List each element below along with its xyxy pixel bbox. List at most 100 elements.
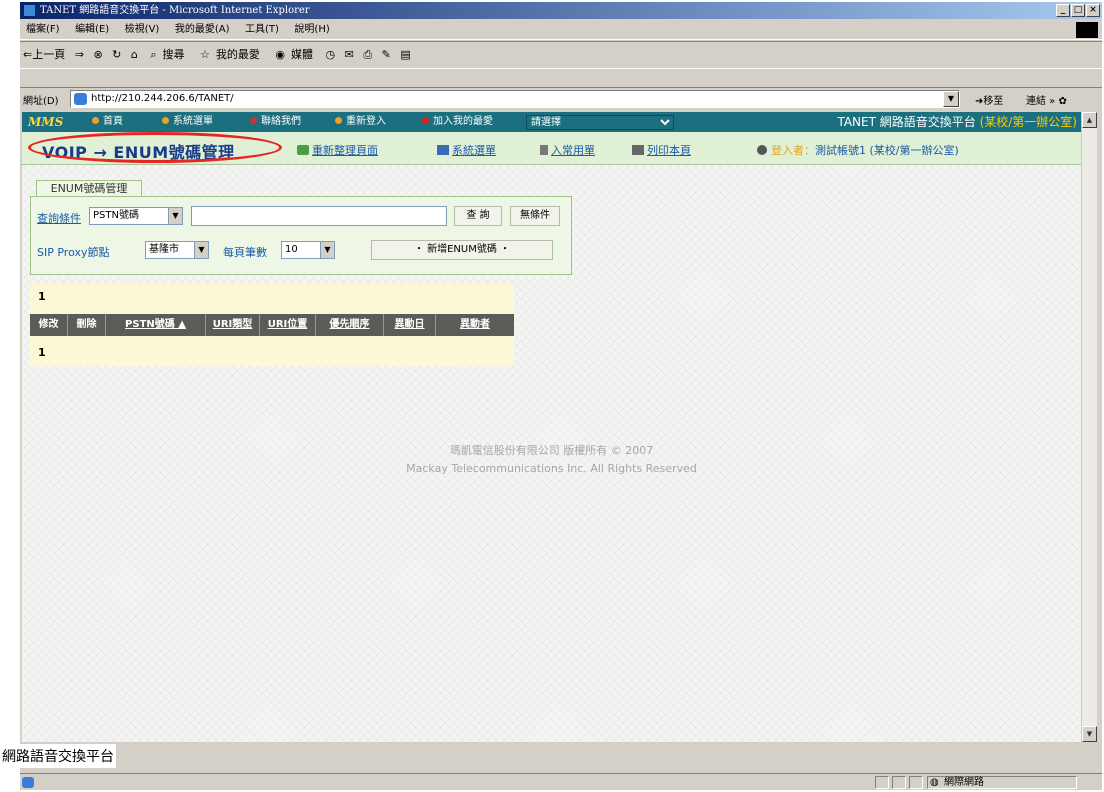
scroll-up-icon[interactable]: ▲ [1082, 112, 1097, 128]
search-input[interactable] [191, 206, 447, 226]
col-pstn-sort[interactable]: PSTN號碼 ▲ [106, 314, 206, 336]
table-header: 修改 刪除 PSTN號碼 ▲ URI類型 URI位置 優先順序 異動日 異動者 [30, 314, 514, 336]
address-input[interactable]: http://210.244.206.6/TANET/ ▼ [70, 90, 960, 108]
menu-tools[interactable]: 工具(T) [239, 20, 285, 40]
sip-proxy-label: SIP Proxy節點 [37, 246, 110, 259]
forward-icon[interactable]: ⇒ [72, 42, 87, 68]
menu-help[interactable]: 說明(H) [288, 20, 335, 40]
brand-org: (某校/第一辦公室) [979, 115, 1077, 129]
col-priority-sort[interactable]: 優先順序 [316, 314, 384, 336]
menu-icon [162, 117, 169, 124]
nav-contact-link[interactable]: 聯絡我們 [250, 112, 301, 132]
menu-file[interactable]: 檔案(F) [20, 20, 66, 40]
zone-indicator: ◍ 網際網路 [927, 776, 1077, 789]
address-url: http://210.244.206.6/TANET/ [91, 93, 234, 104]
menu-edit[interactable]: 編輯(E) [69, 20, 115, 40]
sip-proxy-select[interactable]: 基隆市 ▼ [145, 241, 209, 259]
menu-favorites[interactable]: 我的最愛(A) [169, 20, 236, 40]
menu-icon [437, 145, 449, 155]
tab-enum-management[interactable]: ENUM號碼管理 [36, 180, 142, 197]
favorites-button[interactable]: ☆ 我的最愛 [194, 42, 266, 68]
sysmenu-label: 系統選單 [452, 144, 496, 157]
nav-select[interactable]: 請選擇 [526, 115, 674, 130]
home-icon[interactable]: ⌂ [128, 42, 141, 68]
address-dropdown-icon[interactable]: ▼ [943, 91, 959, 107]
heart-icon [422, 117, 429, 124]
search-label: 搜尋 [162, 48, 185, 61]
page-number-bottom[interactable]: 1 [38, 346, 46, 359]
no-condition-button[interactable]: 無條件 [510, 206, 560, 226]
refresh-page-link[interactable]: 重新整理頁面 [297, 142, 378, 158]
go-label: 移至 [983, 96, 1004, 107]
media-icon: ◉ [275, 48, 286, 61]
links-button[interactable]: 連結 » ✿ [1026, 92, 1067, 107]
menu-bar: 檔案(F) 編輯(E) 檢視(V) 我的最愛(A) 工具(T) 說明(H) [20, 20, 1102, 40]
media-button[interactable]: ◉ 媒體 [269, 42, 319, 68]
sysmenu-link[interactable]: 系統選單 [437, 142, 496, 158]
zone-label: 網際網路 [944, 777, 984, 788]
per-page-select[interactable]: 10 ▼ [281, 241, 335, 259]
highlight-oval [28, 132, 282, 163]
col-uri-type-sort[interactable]: URI類型 [206, 314, 260, 336]
favlist-link[interactable]: 入常用單 [540, 142, 595, 158]
nav-sysmenu-link[interactable]: 系統選單 [162, 112, 213, 132]
refresh-icon[interactable]: ↻ [109, 42, 124, 68]
col-delete: 刪除 [68, 314, 106, 336]
page-number-top[interactable]: 1 [38, 290, 46, 303]
query-panel: 查詢條件 PSTN號碼 ▼ 查 詢 無條件 SIP Proxy節點 基隆市 ▼ 每頁… [30, 196, 572, 275]
print-page-label: 列印本頁 [647, 144, 691, 157]
favlist-label: 入常用單 [551, 144, 595, 157]
nav-addfav-link[interactable]: 加入我的最愛 [422, 112, 493, 132]
col-uri-location-sort[interactable]: URI位置 [260, 314, 316, 336]
per-page-value: 10 [285, 244, 298, 255]
col-modifier-sort[interactable]: 異動者 [436, 314, 514, 336]
query-condition-label: 查詢條件 [37, 212, 81, 225]
chevron-down-icon: ▼ [320, 242, 334, 258]
title-bar: TANET 網路語音交換平台 - Microsoft Internet Expl… [20, 2, 1102, 19]
print-icon[interactable]: ⎙ [360, 42, 375, 68]
vertical-scrollbar[interactable]: ▲ ▼ [1081, 112, 1097, 742]
nav-relogin-link[interactable]: 重新登入 [335, 112, 386, 132]
site-brand: TANET 網路語音交換平台 (某校/第一辦公室) [837, 112, 1077, 132]
add-enum-button[interactable]: ・ 新增ENUM號碼 ・ [371, 240, 553, 260]
minimize-button[interactable]: _ [1056, 4, 1070, 17]
scroll-down-icon[interactable]: ▼ [1082, 726, 1097, 742]
per-page-label: 每頁筆數 [223, 246, 267, 259]
col-modified-date-sort[interactable]: 異動日 [384, 314, 436, 336]
edit-icon[interactable]: ✎ [379, 42, 394, 68]
copyright-en: Mackay Telecommunications Inc. All Right… [406, 462, 697, 475]
links-label: 連結 [1026, 96, 1046, 107]
stop-icon[interactable]: ⊗ [90, 42, 105, 68]
status-cell [875, 776, 889, 789]
chevron-down-icon: ▼ [194, 242, 208, 258]
print-page-link[interactable]: 列印本頁 [632, 142, 691, 158]
query-field-value: PSTN號碼 [93, 210, 139, 221]
menu-view[interactable]: 檢視(V) [119, 20, 166, 40]
nav-home-link[interactable]: 首頁 [92, 112, 123, 132]
back-button[interactable]: ⇐上一頁 [20, 42, 68, 68]
caption-label: 網路語音交換平台 [0, 744, 116, 768]
address-label: 網址(D) [23, 96, 59, 107]
results-table: 1 修改 刪除 PSTN號碼 ▲ URI類型 URI位置 優先順序 異動日 異動… [30, 284, 514, 366]
media-label: 媒體 [291, 48, 314, 61]
chevron-down-icon: ▼ [168, 208, 182, 224]
query-field-select[interactable]: PSTN號碼 ▼ [89, 207, 183, 225]
search-button[interactable]: 查 詢 [454, 206, 502, 226]
close-button[interactable]: × [1086, 4, 1100, 17]
search-button[interactable]: ⌕ 搜尋 [144, 42, 190, 68]
nav-contact-label: 聯絡我們 [261, 116, 301, 127]
mail-icon[interactable]: ✉ [342, 42, 357, 68]
history-icon[interactable]: ◷ [323, 42, 339, 68]
status-cell [909, 776, 923, 789]
addon-icon: ✿ [1058, 96, 1067, 107]
globe-icon: ◍ [930, 777, 939, 788]
user-icon [757, 145, 767, 155]
login-label: 登入者： [771, 144, 815, 157]
brand-name: TANET 網路語音交換平台 [837, 115, 976, 129]
maximize-button[interactable]: □ [1071, 4, 1085, 17]
page-status-icon [22, 777, 34, 788]
discuss-icon[interactable]: ▤ [397, 42, 413, 68]
favorites-label: 我的最愛 [215, 48, 260, 61]
go-button[interactable]: ➜移至 [975, 92, 1003, 107]
status-cell [892, 776, 906, 789]
